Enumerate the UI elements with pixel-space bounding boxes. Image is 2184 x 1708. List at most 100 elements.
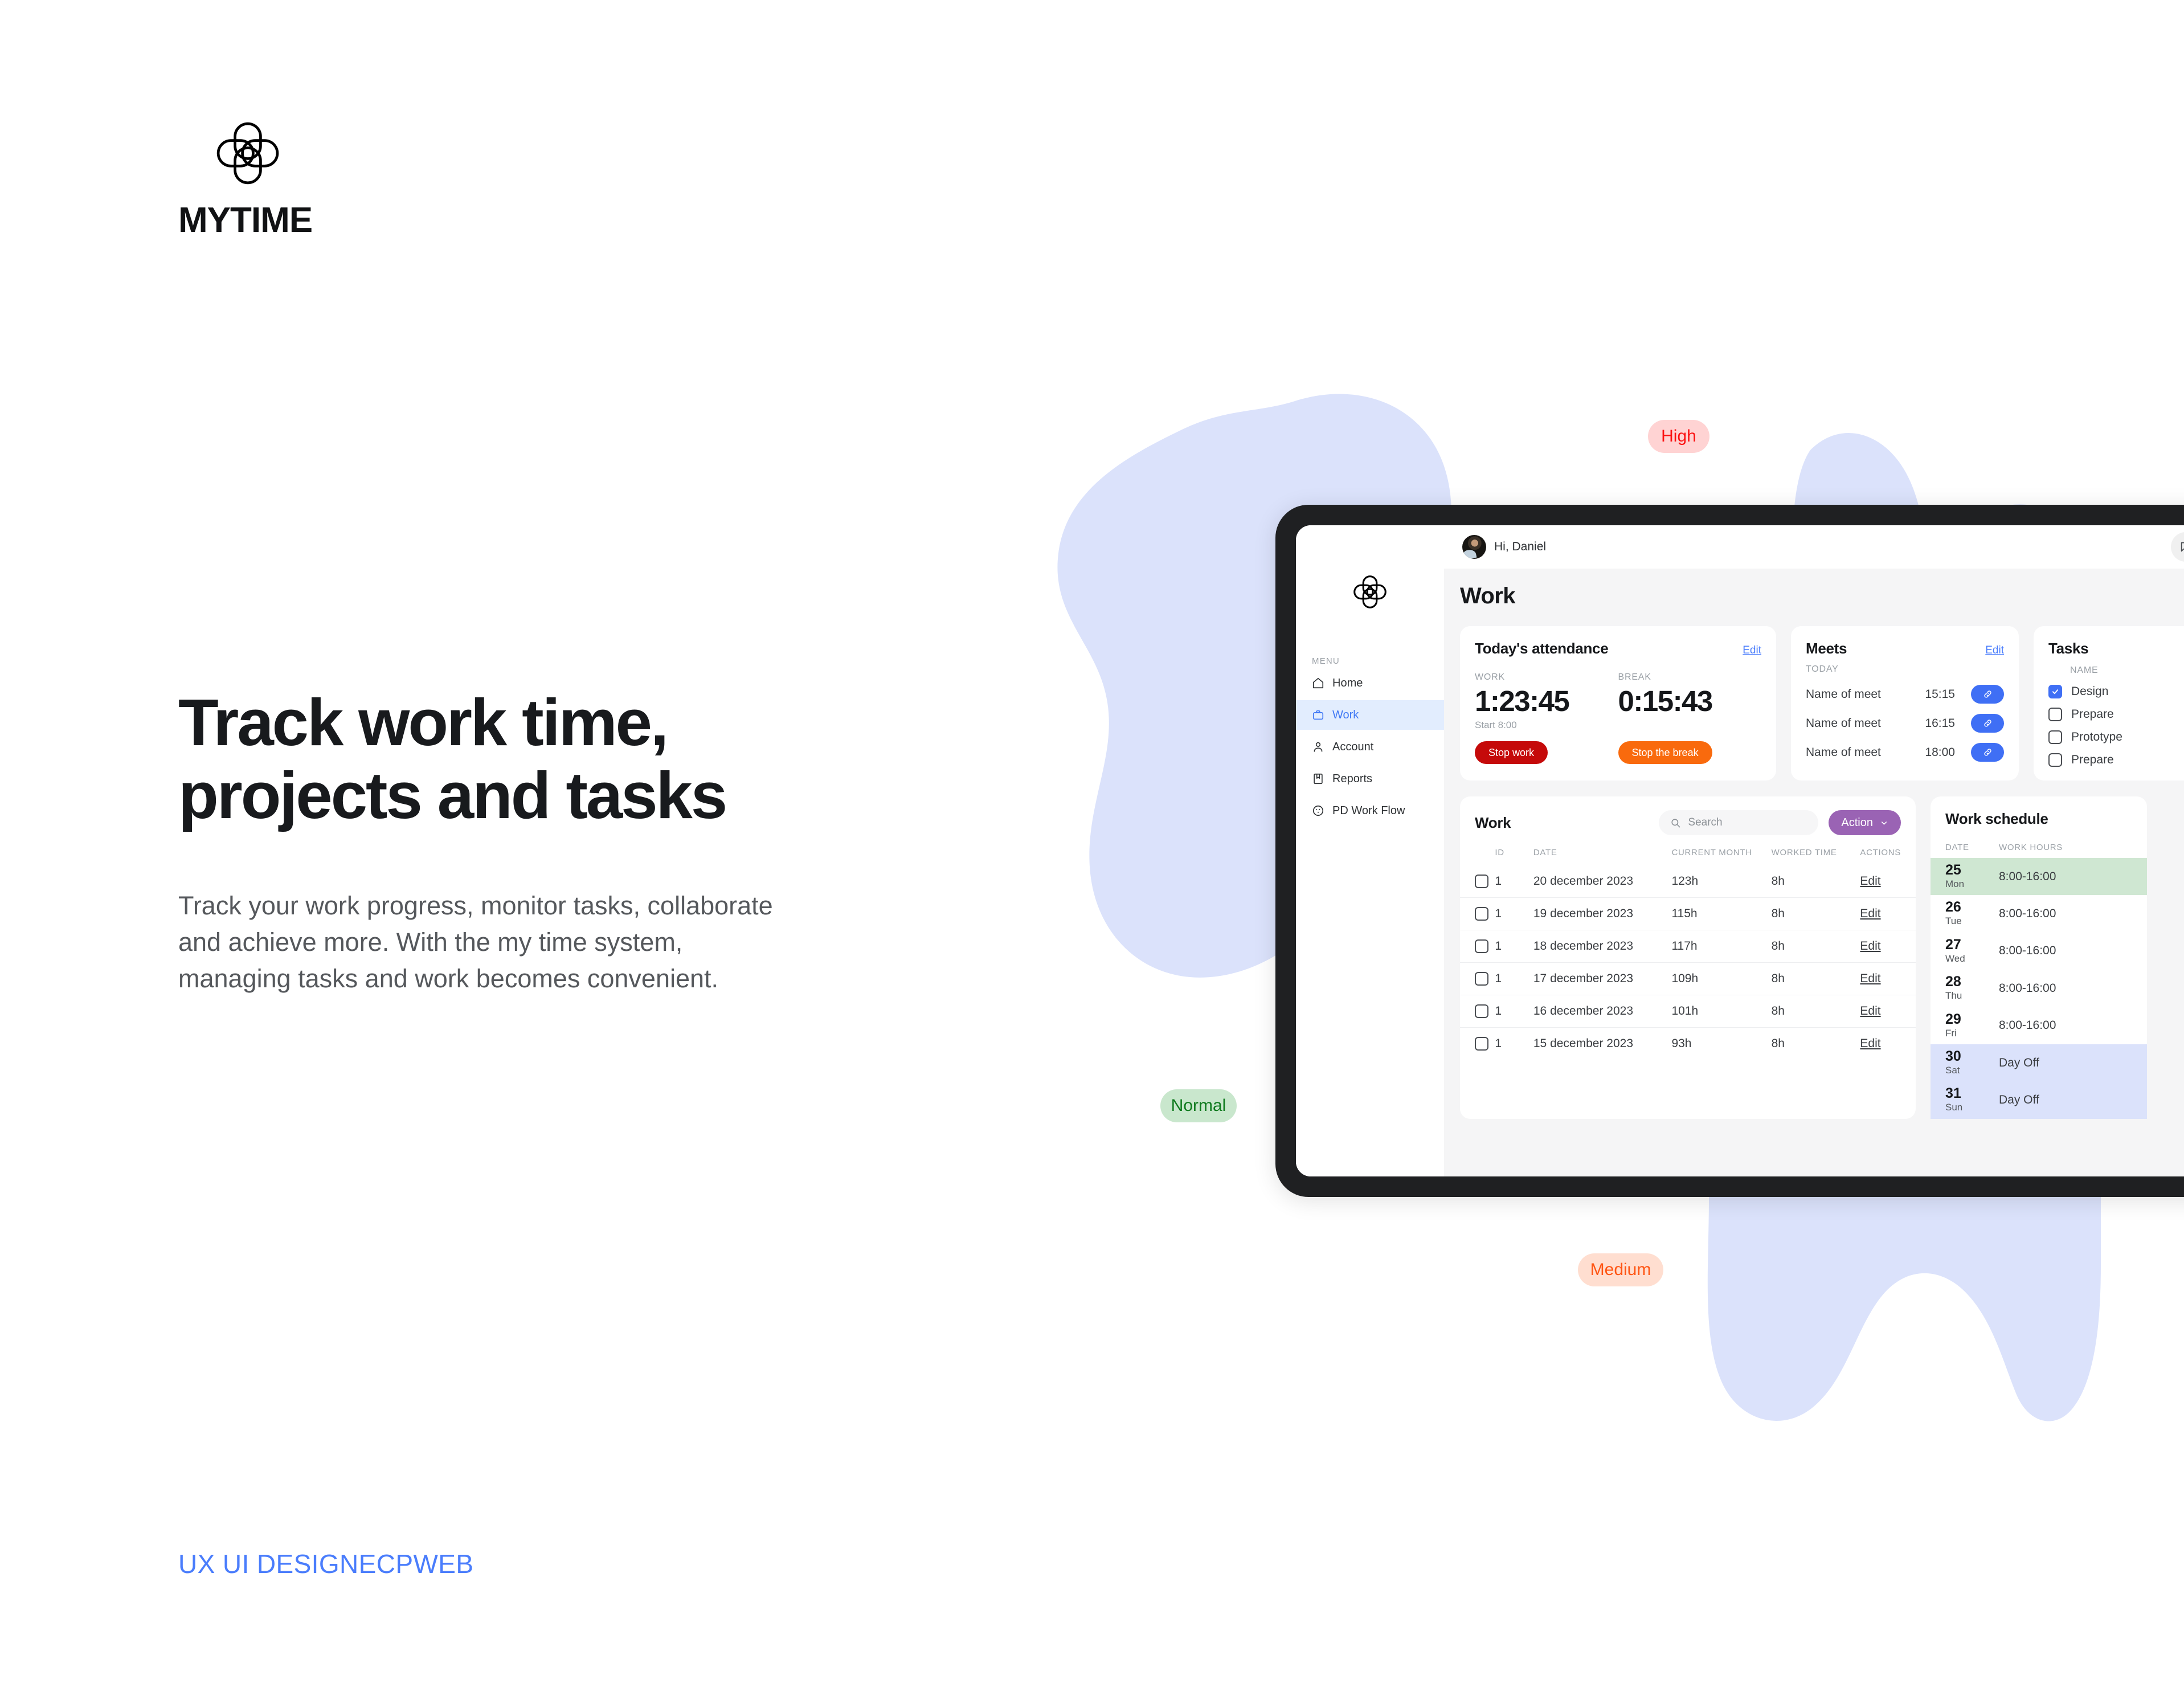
schedule-day-name: Sun: [1945, 1102, 1963, 1113]
meet-join-link-button[interactable]: [1971, 685, 2004, 704]
meet-join-link-button[interactable]: [1971, 743, 2004, 762]
row-checkbox[interactable]: [1475, 1004, 1488, 1018]
sidebar-item-pd-work-flow[interactable]: PD Work Flow: [1296, 796, 1444, 826]
task-checkbox[interactable]: [2048, 730, 2062, 744]
cell-date: 19 december 2023: [1533, 897, 1672, 930]
cell-current-month: 115h: [1671, 897, 1772, 930]
brand-name: MYTIME: [178, 201, 313, 240]
content-page-title: Work: [1460, 583, 1515, 608]
cell-current-month: 123h: [1671, 875, 1699, 888]
home-icon: [1312, 677, 1324, 689]
sidebar: MENU Home Work Account Reports PD Work F…: [1296, 525, 1444, 1176]
cell-worked-time: 8h: [1771, 930, 1860, 963]
schedule-hours: 8:00-16:00: [1999, 1019, 2056, 1032]
meet-time: 18:00: [1925, 745, 1955, 759]
dashboard-content: Work Today's attendance Edit WORK 1:23:4…: [1444, 569, 2184, 1176]
meet-row: Name of meet 18:00: [1806, 743, 2004, 762]
row-checkbox[interactable]: [1475, 972, 1488, 986]
meet-time: 15:15: [1925, 687, 1955, 701]
schedule-header-row: DATE WORK HOURS: [1931, 843, 2147, 858]
message-icon: [2181, 542, 2184, 552]
hero-subcopy: Track your work progress, monitor tasks,…: [178, 888, 919, 997]
cell-date: 20 december 2023: [1533, 875, 1634, 888]
schedule-hours: 8:00-16:00: [1999, 944, 2056, 958]
cell-id: 1: [1495, 875, 1502, 888]
cell-edit-link[interactable]: Edit: [1860, 930, 1916, 963]
topbar: Hi, Daniel: [1444, 525, 2184, 569]
action-dropdown-button[interactable]: Action: [1829, 810, 1901, 835]
schedule-row: 28 Thu 8:00-16:00: [1931, 970, 2147, 1007]
schedule-hours: 8:00-16:00: [1999, 907, 2056, 921]
cell-edit-link[interactable]: Edit: [1860, 865, 1916, 898]
stop-break-button[interactable]: Stop the break: [1618, 741, 1712, 765]
footer-link-ux-ui-design[interactable]: UX UI DESIGN: [178, 1548, 359, 1579]
cell-edit-link[interactable]: Edit: [1860, 995, 1916, 1028]
task-row: Design: [2048, 685, 2184, 698]
work-table-title: Work: [1475, 814, 1511, 831]
sidebar-item-work[interactable]: Work: [1296, 700, 1444, 730]
cell-date: 18 december 2023: [1533, 930, 1672, 963]
meet-name: Name of meet: [1806, 745, 1881, 759]
table-row: 1 15 december 2023 93h 8h Edit: [1460, 1027, 1916, 1060]
work-table-header: Work Search Action: [1460, 810, 1916, 835]
task-checkbox[interactable]: [2048, 708, 2062, 721]
schedule-day-number: 30: [1945, 1048, 1961, 1064]
table-row: 1 19 december 2023 115h 8h Edit: [1460, 897, 1916, 930]
meet-name: Name of meet: [1806, 716, 1881, 730]
messages-button[interactable]: [2171, 532, 2184, 562]
schedule-day-name: Wed: [1945, 953, 1965, 964]
cell-date: 15 december 2023: [1533, 1027, 1672, 1060]
headline-line-1: Track work time,: [178, 685, 669, 759]
user-greeting[interactable]: Hi, Daniel: [1462, 535, 1546, 559]
cell-edit-link[interactable]: Edit: [1860, 1027, 1916, 1060]
schedule-day-number: 26: [1945, 899, 1961, 916]
row-checkbox[interactable]: [1475, 1037, 1488, 1051]
meet-join-link-button[interactable]: [1971, 714, 2004, 733]
cell-edit-link[interactable]: Edit: [1860, 897, 1916, 930]
row-checkbox[interactable]: [1475, 907, 1488, 921]
task-name: Prepare: [2071, 753, 2114, 766]
cell-id: 1: [1495, 962, 1533, 995]
briefcase-icon: [1312, 710, 1324, 720]
row-checkbox[interactable]: [1475, 939, 1488, 953]
footer-link-ecp[interactable]: ECP: [359, 1548, 414, 1579]
stop-work-button[interactable]: Stop work: [1475, 741, 1548, 765]
sidebar-item-label: Reports: [1332, 772, 1373, 785]
work-schedule-card: Work schedule DATE WORK HOURS 25 Mon 8:0…: [1931, 796, 2147, 1119]
check-icon: [2052, 689, 2059, 694]
task-checkbox[interactable]: [2048, 685, 2062, 698]
meet-row: Name of meet 16:15: [1806, 714, 2004, 733]
link-icon: [1983, 690, 1991, 698]
meet-time: 16:15: [1925, 716, 1955, 730]
footer-link-web[interactable]: WEB: [413, 1548, 473, 1579]
attendance-edit-link[interactable]: Edit: [1743, 644, 1761, 657]
col-date: DATE: [1533, 848, 1557, 857]
clover-logo-icon: [216, 122, 279, 185]
page-title: Track work time, projects and tasks: [178, 685, 936, 832]
headline-line-2: projects and tasks: [178, 758, 727, 832]
sidebar-item-reports[interactable]: Reports: [1296, 764, 1444, 794]
col-actions: ACTIONS: [1860, 848, 1901, 857]
cell-current-month: 109h: [1671, 962, 1772, 995]
brand-block: MYTIME: [178, 120, 349, 238]
search-input[interactable]: Search: [1659, 810, 1819, 835]
cell-id: 1: [1495, 995, 1533, 1028]
meets-edit-link[interactable]: Edit: [1985, 644, 2004, 657]
table-row: 1 20 december 2023 123h 8h Edit: [1460, 865, 1916, 898]
cell-date: 16 december 2023: [1533, 995, 1672, 1028]
schedule-hours: Day Off: [1999, 1044, 2147, 1082]
link-icon: [1983, 720, 1991, 727]
task-checkbox[interactable]: [2048, 753, 2062, 767]
sidebar-clover-logo-icon: [1353, 575, 1387, 608]
schedule-day-name: Fri: [1945, 1027, 1957, 1039]
blob-bottom-right: [1707, 1196, 2101, 1421]
cell-edit-link[interactable]: Edit: [1860, 962, 1916, 995]
attendance-title: Today's attendance: [1475, 640, 1609, 657]
meets-header: Meets Edit: [1806, 640, 2004, 657]
sidebar-item-label: Work: [1332, 708, 1359, 721]
row-checkbox[interactable]: [1475, 875, 1488, 888]
sidebar-item-account[interactable]: Account: [1296, 732, 1444, 762]
action-label: Action: [1841, 816, 1873, 829]
sidebar-item-home[interactable]: Home: [1296, 668, 1444, 698]
bottom-cards-row: Work Search Action ID DATE CURRENT MONTH…: [1460, 796, 2184, 1119]
